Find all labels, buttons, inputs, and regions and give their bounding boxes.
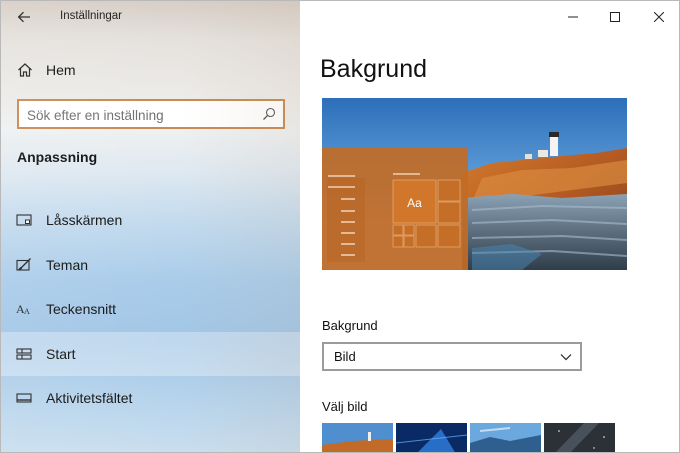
sidebar-nav: Låsskärmen Teman A A Teckensnitt Start A… [1,198,300,421]
settings-window: Inställningar Hem Anpassning Låsskärmen [0,0,680,453]
section-title: Anpassning [17,149,98,165]
search-icon[interactable] [262,107,276,121]
main-content: Bakgrund Aa Bakgrund Bild Välj bild [300,1,679,452]
sidebar-item-label: Start [46,345,76,362]
background-label: Bakgrund [322,318,378,333]
back-arrow-icon [17,11,30,23]
start-icon [16,348,32,360]
taskbar-icon [16,393,32,403]
maximize-button[interactable] [592,1,638,33]
back-button[interactable] [11,5,37,29]
sidebar-item-taskbar[interactable]: Aktivitetsfältet [1,376,300,421]
sidebar-item-label: Aktivitetsfältet [46,390,133,407]
close-icon [654,12,664,22]
image-thumbnail[interactable] [322,423,393,452]
image-thumbnail[interactable] [396,423,467,452]
maximize-icon [610,12,620,22]
choose-image-label: Välj bild [322,399,368,414]
sidebar: Inställningar Hem Anpassning Låsskärmen [1,1,300,452]
search-input[interactable] [27,105,252,125]
minimize-icon [568,16,578,18]
lock-screen-icon [16,214,32,226]
image-thumbnail[interactable] [470,423,541,452]
sidebar-item-label: Teckensnitt [46,301,117,318]
preview-sample-text: Aa [407,196,422,210]
sidebar-item-themes[interactable]: Teman [1,243,300,288]
search-box[interactable] [17,99,285,129]
minimize-button[interactable] [550,1,596,33]
background-dropdown[interactable]: Bild [322,342,582,371]
sidebar-item-label: Låsskärmen [46,212,123,228]
home-label: Hem [46,62,76,78]
background-preview: Aa [322,98,627,270]
page-title: Bakgrund [320,55,428,83]
sidebar-item-start[interactable]: Start [1,331,300,377]
background-dropdown-value: Bild [334,349,356,364]
sidebar-item-lock-screen[interactable]: Låsskärmen [1,198,300,243]
svg-text:A: A [24,307,30,316]
sidebar-item-label: Teman [46,256,89,273]
chevron-down-icon [560,354,572,361]
fonts-icon: A A [16,302,30,316]
close-button[interactable] [636,1,679,33]
image-thumbnail[interactable] [544,423,615,452]
themes-icon [16,257,31,271]
home-icon [18,63,32,77]
sidebar-item-fonts[interactable]: A A Teckensnitt [1,287,300,332]
app-title: Inställningar [60,10,123,22]
sidebar-item-home[interactable]: Hem [1,53,300,87]
